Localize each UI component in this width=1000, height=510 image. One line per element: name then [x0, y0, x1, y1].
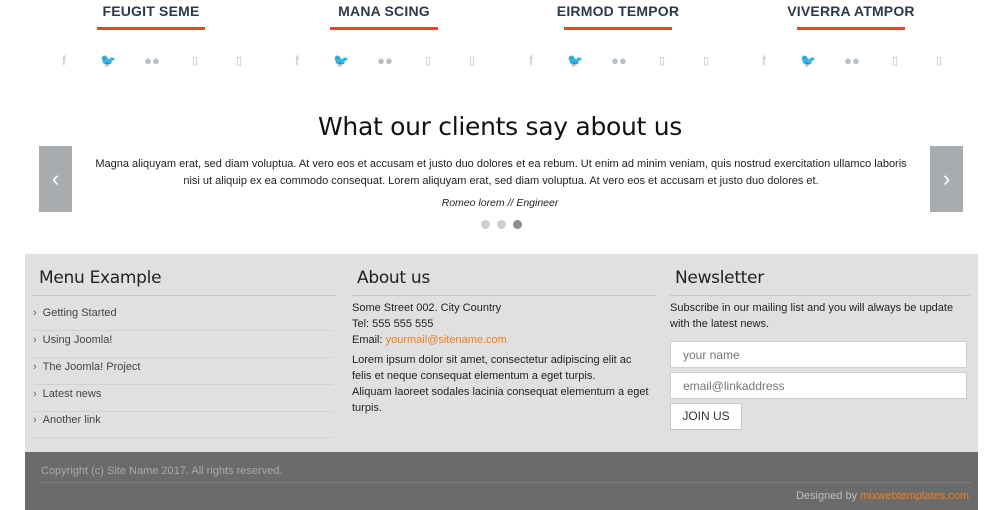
about-paragraph: Aliquam laoreet sodales lacinia consequa… [352, 386, 649, 414]
team-member-underline [797, 27, 905, 30]
chevron-right-icon: › [33, 307, 37, 319]
menu-item-label: Getting Started [42, 307, 117, 319]
team-member: VIVERRA ATMPOR [751, 0, 951, 30]
copyright-text: Copyright (c) Site Name 2017. All rights… [41, 465, 283, 477]
twitter-icon[interactable]: 🐦 [567, 53, 583, 69]
menu-item[interactable]: › The Joomla! Project [33, 358, 333, 385]
menu-title: Menu Example [39, 268, 162, 288]
flickr-icon[interactable]: ●● [377, 53, 393, 69]
team-member-name: VIVERRA ATMPOR [787, 3, 915, 19]
carousel-dot[interactable] [481, 220, 490, 229]
team-member-name: EIRMOD TEMPOR [556, 3, 680, 19]
chevron-right-icon: › [33, 388, 37, 400]
about-title: About us [357, 268, 430, 288]
testimonial-author: Romeo lorem // Engineer [441, 197, 559, 209]
newsletter-description: Subscribe in our mailing list and you wi… [670, 302, 954, 330]
designed-by-label: Designed by [795, 490, 861, 502]
footer-bottom: Copyright (c) Site Name 2017. All rights… [25, 452, 978, 510]
social-icons: f 🐦 ●● ▯ ▯ [751, 53, 951, 71]
team-member-underline [564, 27, 672, 30]
team-member-name: MANA SCING [338, 3, 430, 19]
divider [352, 295, 655, 296]
newsletter-email-input[interactable] [670, 372, 967, 399]
menu-item[interactable]: › Another link [33, 411, 333, 438]
about-paragraph: Lorem ipsum dolor sit amet, consectetur … [352, 354, 632, 382]
about-content: Some Street 002. City Country Tel: 555 5… [352, 300, 652, 416]
carousel-dot[interactable] [497, 220, 506, 229]
chevron-right-icon: › [33, 361, 37, 373]
join-us-button[interactable]: JOIN US [670, 403, 742, 430]
newsletter-title: Newsletter [675, 268, 764, 288]
menu-item[interactable]: › Latest news [33, 385, 333, 412]
pinterest-icon[interactable]: ▯ [931, 53, 947, 69]
twitter-icon[interactable]: 🐦 [100, 53, 116, 69]
team-member-underline [97, 27, 205, 30]
facebook-icon[interactable]: f [523, 53, 539, 69]
social-icons: f 🐦 ●● ▯ ▯ [51, 53, 251, 71]
chevron-right-icon: › [33, 414, 37, 426]
flickr-icon[interactable]: ●● [611, 53, 627, 69]
team-member-underline [330, 27, 438, 30]
testimonial-title: What our clients say about us [318, 112, 682, 141]
facebook-icon[interactable]: f [289, 53, 305, 69]
divider [670, 295, 970, 296]
facebook-icon[interactable]: f [56, 53, 72, 69]
linkedin-icon[interactable]: ▯ [420, 53, 436, 69]
chevron-left-icon: ‹ [51, 166, 60, 191]
facebook-icon[interactable]: f [756, 53, 772, 69]
team-member-name: FEUGIT SEME [102, 3, 200, 19]
social-icons: f 🐦 ●● ▯ ▯ [284, 53, 484, 71]
menu-item-label: The Joomla! Project [42, 361, 141, 373]
about-tel: Tel: 555 555 555 [352, 318, 434, 330]
pinterest-icon[interactable]: ▯ [231, 53, 247, 69]
newsletter-name-input[interactable] [670, 341, 967, 368]
linkedin-icon[interactable]: ▯ [187, 53, 203, 69]
social-icons: f 🐦 ●● ▯ ▯ [518, 53, 718, 71]
footer-columns: Menu Example › Getting Started › Using Joo… [25, 254, 978, 452]
designed-by: Designed by mixwebtemplates.com [796, 490, 969, 502]
divider [41, 482, 971, 483]
twitter-icon[interactable]: 🐦 [800, 53, 816, 69]
carousel-pagination [480, 220, 525, 230]
menu-item[interactable]: › Getting Started [33, 304, 333, 331]
testimonial-quote: Magna aliquyam erat, sed diam voluptua. … [95, 158, 907, 187]
chevron-right-icon: › [942, 166, 951, 191]
carousel-dot-active[interactable] [513, 220, 522, 229]
about-email-label: Email: [352, 334, 386, 346]
linkedin-icon[interactable]: ▯ [887, 53, 903, 69]
designer-link[interactable]: mixwebtemplates.com [860, 490, 969, 502]
chevron-right-icon: › [33, 334, 37, 346]
about-address: Some Street 002. City Country [352, 302, 502, 314]
pinterest-icon[interactable]: ▯ [698, 53, 714, 69]
about-email-link[interactable]: yourmail@sitename.com [386, 334, 507, 346]
flickr-icon[interactable]: ●● [844, 53, 860, 69]
menu-item-label: Using Joomla! [42, 334, 113, 346]
team-member: FEUGIT SEME [51, 0, 251, 30]
pinterest-icon[interactable]: ▯ [464, 53, 480, 69]
menu-item[interactable]: › Using Joomla! [33, 331, 333, 358]
menu-item-label: Another link [42, 414, 101, 426]
team-member: EIRMOD TEMPOR [518, 0, 718, 30]
team-member: MANA SCING [284, 0, 484, 30]
menu-item-label: Latest news [42, 388, 102, 400]
divider [33, 295, 336, 296]
linkedin-icon[interactable]: ▯ [654, 53, 670, 69]
flickr-icon[interactable]: ●● [144, 53, 160, 69]
twitter-icon[interactable]: 🐦 [333, 53, 349, 69]
